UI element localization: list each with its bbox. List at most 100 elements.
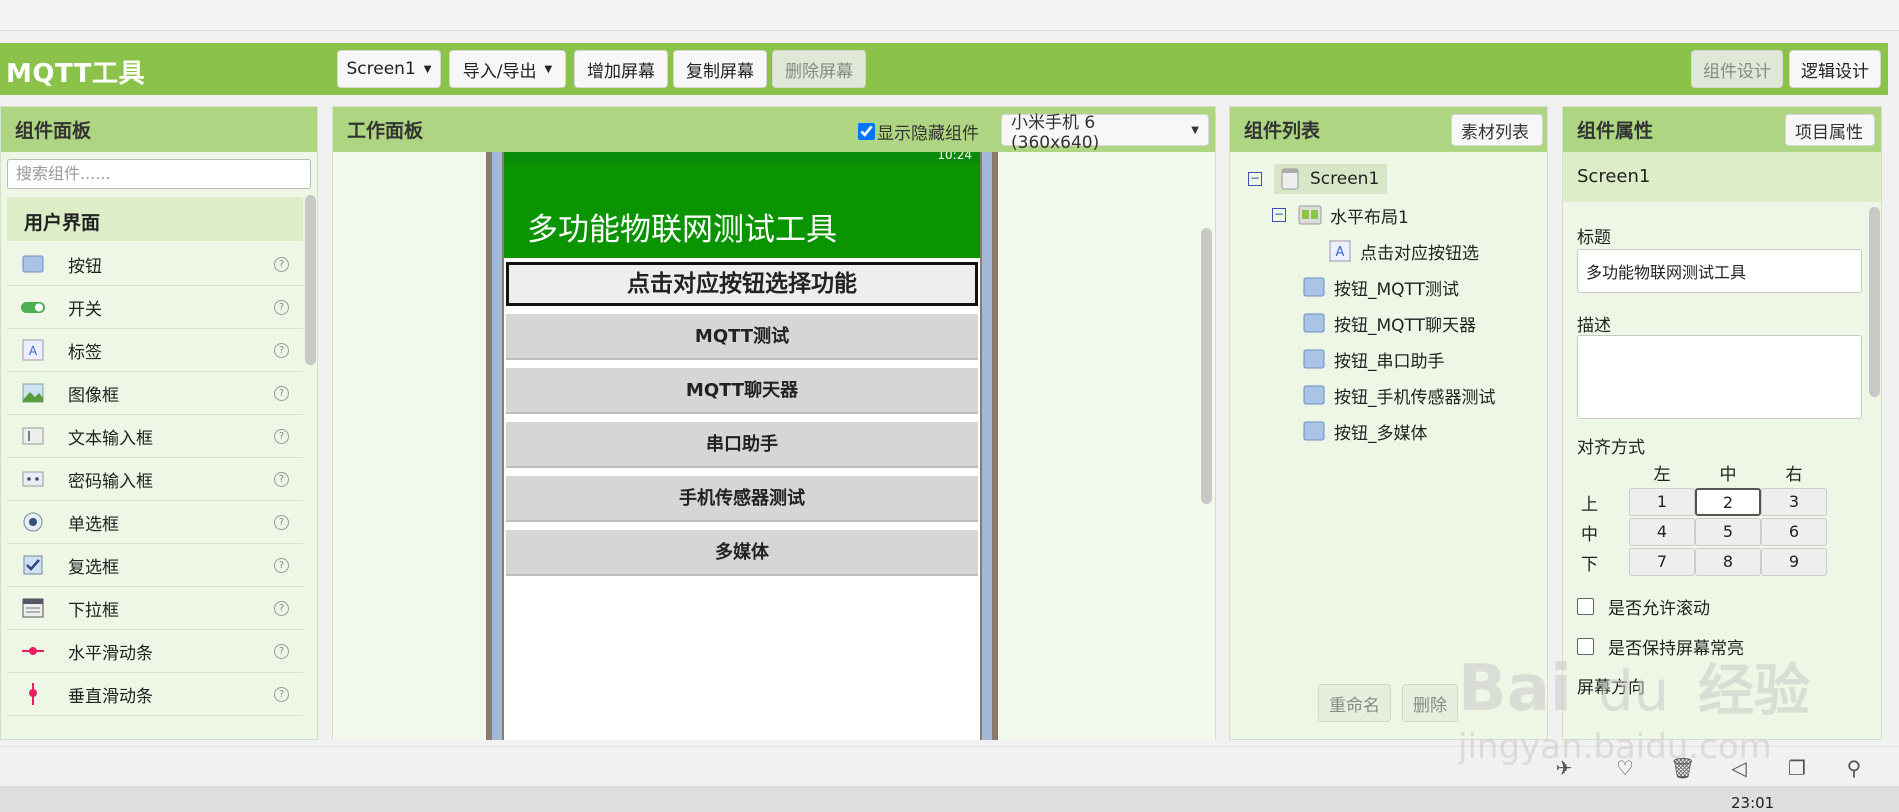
phone-button[interactable]: 串口助手: [506, 422, 978, 468]
alignment-cell[interactable]: 6: [1761, 518, 1827, 546]
rename-button[interactable]: 重命名: [1318, 684, 1391, 722]
help-icon[interactable]: ?: [274, 256, 289, 272]
alignment-cell[interactable]: 4: [1629, 518, 1695, 546]
import-export-label: 导入/导出: [462, 61, 537, 82]
palette-item-label: 开关: [68, 299, 102, 320]
palette-item[interactable]: 密码输入框?: [7, 458, 303, 501]
add-screen-button[interactable]: 增加屏幕: [574, 50, 668, 88]
svg-text:A: A: [1336, 245, 1345, 260]
phone-label[interactable]: 点击对应按钮选择功能: [506, 262, 978, 306]
speaker-icon[interactable]: ◁: [1727, 756, 1751, 780]
viewer-scrollbar[interactable]: [1201, 228, 1212, 504]
blocks-button[interactable]: 逻辑设计: [1789, 50, 1881, 88]
palette-item[interactable]: 文本输入框?: [7, 415, 303, 458]
phone-button-list: MQTT测试 MQTT聊天器 串口助手手机传感器测试 多媒体: [504, 314, 980, 576]
button-icon: [1303, 421, 1325, 441]
help-icon[interactable]: ?: [274, 600, 289, 616]
alignment-cell[interactable]: 7: [1629, 548, 1695, 576]
help-icon[interactable]: ?: [274, 514, 289, 530]
help-icon[interactable]: ?: [274, 643, 289, 659]
alignment-cell[interactable]: 1: [1629, 488, 1695, 516]
delete-screen-button[interactable]: 删除屏幕: [772, 50, 866, 88]
window-icon[interactable]: ❐: [1785, 756, 1809, 780]
palette-item[interactable]: 按钮?: [7, 243, 303, 286]
tree-node-button[interactable]: 按钮_串口助手: [1302, 344, 1445, 374]
taskbar-clock: 23:01: [1731, 794, 1775, 812]
rocket-icon[interactable]: ✈: [1552, 756, 1576, 780]
alignment-cell[interactable]: 8: [1695, 548, 1761, 576]
palette-item[interactable]: 单选框?: [7, 501, 303, 544]
show-hidden-checkbox[interactable]: [858, 123, 875, 140]
palette-category-user-interface[interactable]: 用户界面: [7, 197, 303, 241]
checkbox-icon: [20, 552, 46, 578]
help-icon[interactable]: ?: [274, 299, 289, 315]
label-icon: A: [1329, 240, 1351, 262]
alignment-prop-label: 对齐方式: [1577, 438, 1645, 458]
properties-scrollbar[interactable]: [1869, 207, 1880, 397]
project-properties-button[interactable]: 项目属性: [1785, 114, 1875, 146]
palette-scrollbar[interactable]: [305, 195, 316, 365]
help-icon[interactable]: ?: [274, 342, 289, 358]
alignment-cell[interactable]: 2: [1695, 488, 1761, 516]
import-export-button[interactable]: 导入/导出 ▼: [449, 50, 566, 88]
browser-top-strip: [0, 0, 1899, 31]
palette-item[interactable]: 下拉框?: [7, 587, 303, 630]
palette-item[interactable]: 开关?: [7, 286, 303, 329]
tree-node-hlayout[interactable]: − 水平布局1: [1272, 200, 1409, 230]
keep-screen-on-checkbox[interactable]: [1577, 638, 1594, 655]
alignment-cell[interactable]: 9: [1761, 548, 1827, 576]
trash-icon[interactable]: 🗑: [1670, 756, 1695, 780]
phone-button[interactable]: MQTT测试: [506, 314, 978, 360]
show-hidden-label: 显示隐藏组件: [877, 124, 979, 144]
palette-item[interactable]: 水平滑动条?: [7, 630, 303, 673]
viewer-panel: 工作面板 显示隐藏组件 小米手机 6 (360x640) ▼ 10:24 多功能物…: [332, 106, 1216, 740]
component-search-input[interactable]: 搜索组件......: [7, 159, 311, 189]
help-icon[interactable]: ?: [274, 471, 289, 487]
image-icon: [20, 380, 46, 406]
svg-text:A: A: [29, 344, 38, 358]
tree-node-button[interactable]: 按钮_手机传感器测试: [1302, 380, 1496, 410]
tree-node-button[interactable]: 按钮_多媒体: [1302, 416, 1428, 446]
tree-node-button[interactable]: 按钮_MQTT测试: [1302, 272, 1459, 302]
phone-button[interactable]: 手机传感器测试: [506, 476, 978, 522]
heartbeat-icon[interactable]: ♡: [1613, 756, 1637, 780]
search-icon[interactable]: ⚲: [1842, 756, 1866, 780]
palette-item[interactable]: 图像框?: [7, 372, 303, 415]
button-icon: [1303, 277, 1325, 297]
scroll-toggle[interactable]: 是否允许滚动: [1577, 594, 1710, 619]
show-hidden-toggle[interactable]: 显示隐藏组件: [858, 119, 979, 144]
alignment-cell[interactable]: 3: [1761, 488, 1827, 516]
phone-edge-left: [492, 152, 502, 740]
help-icon[interactable]: ?: [274, 428, 289, 444]
palette-item[interactable]: 垂直滑动条?: [7, 673, 303, 716]
alignment-column-label: 左: [1653, 465, 1671, 485]
phone-button[interactable]: 多媒体: [506, 530, 978, 576]
alignment-cell[interactable]: 5: [1695, 518, 1761, 546]
palette-item[interactable]: A 标签?: [7, 329, 303, 372]
help-icon[interactable]: ?: [274, 557, 289, 573]
collapse-icon[interactable]: −: [1248, 172, 1262, 186]
phone-app-title: 多功能物联网测试工具: [504, 162, 980, 258]
tree-node-label[interactable]: A 点击对应按钮选: [1328, 236, 1479, 266]
designer-button[interactable]: 组件设计: [1691, 50, 1783, 88]
components-panel: 组件列表 素材列表 − Screen1 − 水平布局1 A 点击对应按钮选 按钮…: [1229, 106, 1548, 740]
screen-select[interactable]: Screen1 ▼: [337, 50, 441, 88]
palette-item-label: 复选框: [68, 557, 119, 578]
media-list-button[interactable]: 素材列表: [1451, 114, 1543, 146]
tree-node-screen1[interactable]: − Screen1: [1248, 164, 1388, 194]
help-icon[interactable]: ?: [274, 686, 289, 702]
palette-item[interactable]: 复选框?: [7, 544, 303, 587]
title-prop-input[interactable]: 多功能物联网测试工具: [1577, 249, 1862, 293]
delete-button[interactable]: 删除: [1402, 684, 1458, 722]
viewer-canvas: 10:24 多功能物联网测试工具 点击对应按钮选择功能 MQTT测试 MQTT聊天…: [333, 152, 1215, 740]
scroll-checkbox[interactable]: [1577, 598, 1594, 615]
phone-button[interactable]: MQTT聊天器: [506, 368, 978, 414]
description-prop-input[interactable]: [1577, 335, 1862, 419]
copy-screen-button[interactable]: 复制屏幕: [673, 50, 767, 88]
keep-screen-on-toggle[interactable]: 是否保持屏幕常亮: [1577, 634, 1744, 659]
palette-item-label: 水平滑动条: [68, 643, 153, 664]
collapse-icon[interactable]: −: [1272, 208, 1286, 222]
tree-node-button[interactable]: 按钮_MQTT聊天器: [1302, 308, 1476, 338]
help-icon[interactable]: ?: [274, 385, 289, 401]
device-select[interactable]: 小米手机 6 (360x640) ▼: [1001, 113, 1209, 153]
